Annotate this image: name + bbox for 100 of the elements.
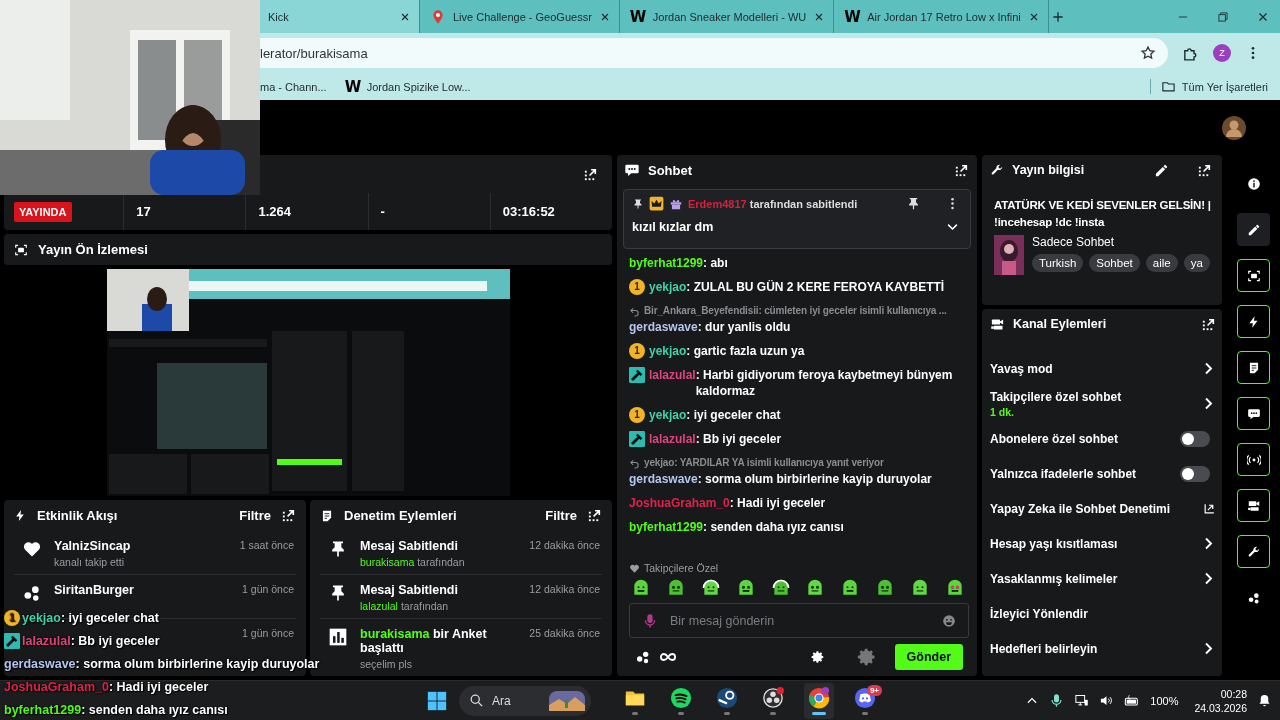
steam-icon[interactable] (716, 686, 738, 709)
chat-message: : gartic fazla uzun ya (686, 343, 806, 359)
tag[interactable]: aile (1145, 254, 1178, 272)
bookmark-star-icon[interactable] (1140, 45, 1156, 61)
emote-icon (700, 578, 721, 598)
address-bar[interactable]: lerator/burakisama (260, 38, 1168, 68)
chat-icon[interactable] (1246, 406, 1261, 421)
category-name[interactable]: Sadece Sohbet (1032, 235, 1210, 249)
bookmark[interactable]: ma - Chann... (260, 80, 327, 93)
popout-icon[interactable] (1197, 162, 1212, 178)
chat-username[interactable]: gerdaswave (629, 471, 698, 487)
site-logo: W (629, 7, 646, 26)
browser-tab[interactable]: Kick (260, 0, 420, 33)
bookmark[interactable]: W Jordan Spizike Low... (344, 77, 471, 96)
chat-username[interactable]: gerdaswave (629, 319, 698, 335)
message-field[interactable]: Bir mesaj gönderin (629, 603, 969, 638)
chat-username[interactable]: lalazulal (649, 367, 696, 383)
notification-icon[interactable] (1257, 693, 1272, 708)
live-badge: YAYINDA (14, 201, 72, 222)
toggle-switch[interactable] (1180, 465, 1210, 482)
action-detail: lalazulal tarafından (360, 600, 450, 612)
action-label[interactable]: Yavaş mod (990, 361, 1195, 376)
wrench-icon[interactable] (1246, 544, 1261, 559)
action-label[interactable]: İzleyici Yönlendir (990, 606, 1216, 621)
edit-icon[interactable] (1154, 162, 1169, 178)
site-logo: W (844, 7, 861, 26)
emoji-icon[interactable] (942, 613, 956, 628)
edit-icon[interactable] (1246, 222, 1261, 237)
dots-icon (22, 583, 42, 603)
heart-icon (22, 539, 42, 559)
popout-icon[interactable] (587, 508, 602, 523)
chat-username: JoshuaGraham_0 (4, 679, 109, 694)
dots-icon[interactable] (1246, 590, 1261, 605)
chrome-icon[interactable] (808, 686, 830, 709)
stream-title: ATATÜRK VE KEDİ SEVENLER GELSİN! | !incehesap !dc !insta (994, 198, 1212, 230)
start-icon[interactable] (426, 689, 448, 712)
filter-button[interactable]: Filtre (545, 508, 577, 523)
restore-icon[interactable] (1216, 9, 1230, 24)
clock-date[interactable]: 24.03.2026 (1194, 700, 1247, 715)
emote-section-label: Takipçilere Özel (644, 562, 719, 574)
preview-icon[interactable] (1246, 268, 1261, 283)
action-title: Mesaj Sabitlendi (360, 539, 459, 553)
moderator-badge-icon (629, 431, 645, 447)
camera-icon[interactable] (1246, 498, 1261, 513)
send-button[interactable]: Gönder (894, 644, 963, 670)
chat-message: : senden daha ıyız canısı (703, 519, 845, 535)
action-label[interactable]: Hesap yaşı kısıtlaması (990, 536, 1195, 551)
external-link-icon[interactable] (1203, 502, 1216, 515)
action-time: 12 dakika önce (529, 539, 600, 553)
action-value: 1 dk. (990, 405, 1015, 418)
popout-icon[interactable] (583, 166, 598, 182)
settings-icon[interactable] (810, 650, 825, 664)
action-label[interactable]: Yalnızca ifadelerle sohbet (990, 466, 1174, 481)
reply-preview: Bir_Ankara_Beyefendisii: cümleten iyi geceler isimli kullanıcıya ... (644, 304, 947, 318)
chat-username[interactable]: JoshuaGraham_0 (629, 495, 730, 511)
avatar-icon[interactable] (1222, 115, 1246, 140)
battery-icon[interactable] (1124, 692, 1141, 709)
heart-icon (629, 562, 640, 574)
chat-input[interactable]: Bir mesaj gönderin (668, 612, 932, 629)
action-label[interactable]: Yapay Zeka ile Sohbet Denetimi (990, 501, 1197, 516)
broadcast-icon[interactable] (1246, 452, 1261, 467)
new-tab-icon[interactable] (1050, 9, 1065, 24)
action-detail: seçelim pls (360, 658, 413, 670)
tag[interactable]: Turkish (1032, 254, 1084, 272)
all-bookmarks[interactable]: Tüm Yer İşaretleri (1149, 79, 1280, 94)
volume-icon[interactable] (1099, 693, 1115, 708)
clock-time[interactable]: 00:28 (1220, 686, 1247, 701)
map-pin-icon (430, 8, 446, 25)
popout-icon[interactable] (954, 162, 969, 178)
search-field[interactable]: Ara (459, 685, 591, 716)
profile-avatar[interactable]: Z (1213, 44, 1231, 62)
stat-value: - (380, 204, 385, 219)
spotify-icon[interactable] (670, 686, 692, 709)
chat-message: : ZULAL BU GÜN 2 KERE FEROYA KAYBETTİ (686, 279, 946, 295)
toggle-switch[interactable] (1180, 430, 1210, 447)
stat-value: 1.264 (258, 204, 291, 219)
chat-username: lalazulal (22, 633, 71, 648)
pinned-text: kızıl kızlar dm (632, 219, 714, 234)
tag[interactable]: Sohbet (1089, 254, 1140, 272)
action-label[interactable]: Yasaklanmış kelimeler (990, 571, 1195, 586)
action-label[interactable]: Abonelere özel sohbet (990, 431, 1174, 446)
chat-message: : iyi geceler chat (686, 407, 782, 423)
chat-message: : Bb iyi geceler (70, 633, 160, 648)
action-label[interactable]: Hedefleri belirleyin (990, 641, 1195, 656)
filter-button[interactable]: Filtre (239, 508, 271, 523)
popout-icon[interactable] (1201, 316, 1216, 332)
info-icon[interactable] (1246, 176, 1261, 191)
network-icon[interactable] (1074, 693, 1090, 708)
event-time: 1 gün önce (242, 583, 294, 597)
panel-title: Denetim Eylemleri (344, 508, 457, 523)
subscriber-badge: 1 (629, 343, 645, 359)
popout-icon[interactable] (281, 508, 296, 523)
action-label[interactable]: Takipçilere özel sohbet (990, 389, 1195, 404)
tag[interactable]: ya (1183, 254, 1210, 272)
unpin-icon[interactable] (906, 196, 921, 211)
recorder-icon[interactable] (762, 686, 784, 709)
dots-icon[interactable] (635, 649, 651, 665)
chat-message: : sorma olum birbirlerine kayip duruyolar (75, 656, 320, 671)
chat-username[interactable]: lalazulal (649, 431, 696, 447)
reply-icon (629, 457, 640, 469)
